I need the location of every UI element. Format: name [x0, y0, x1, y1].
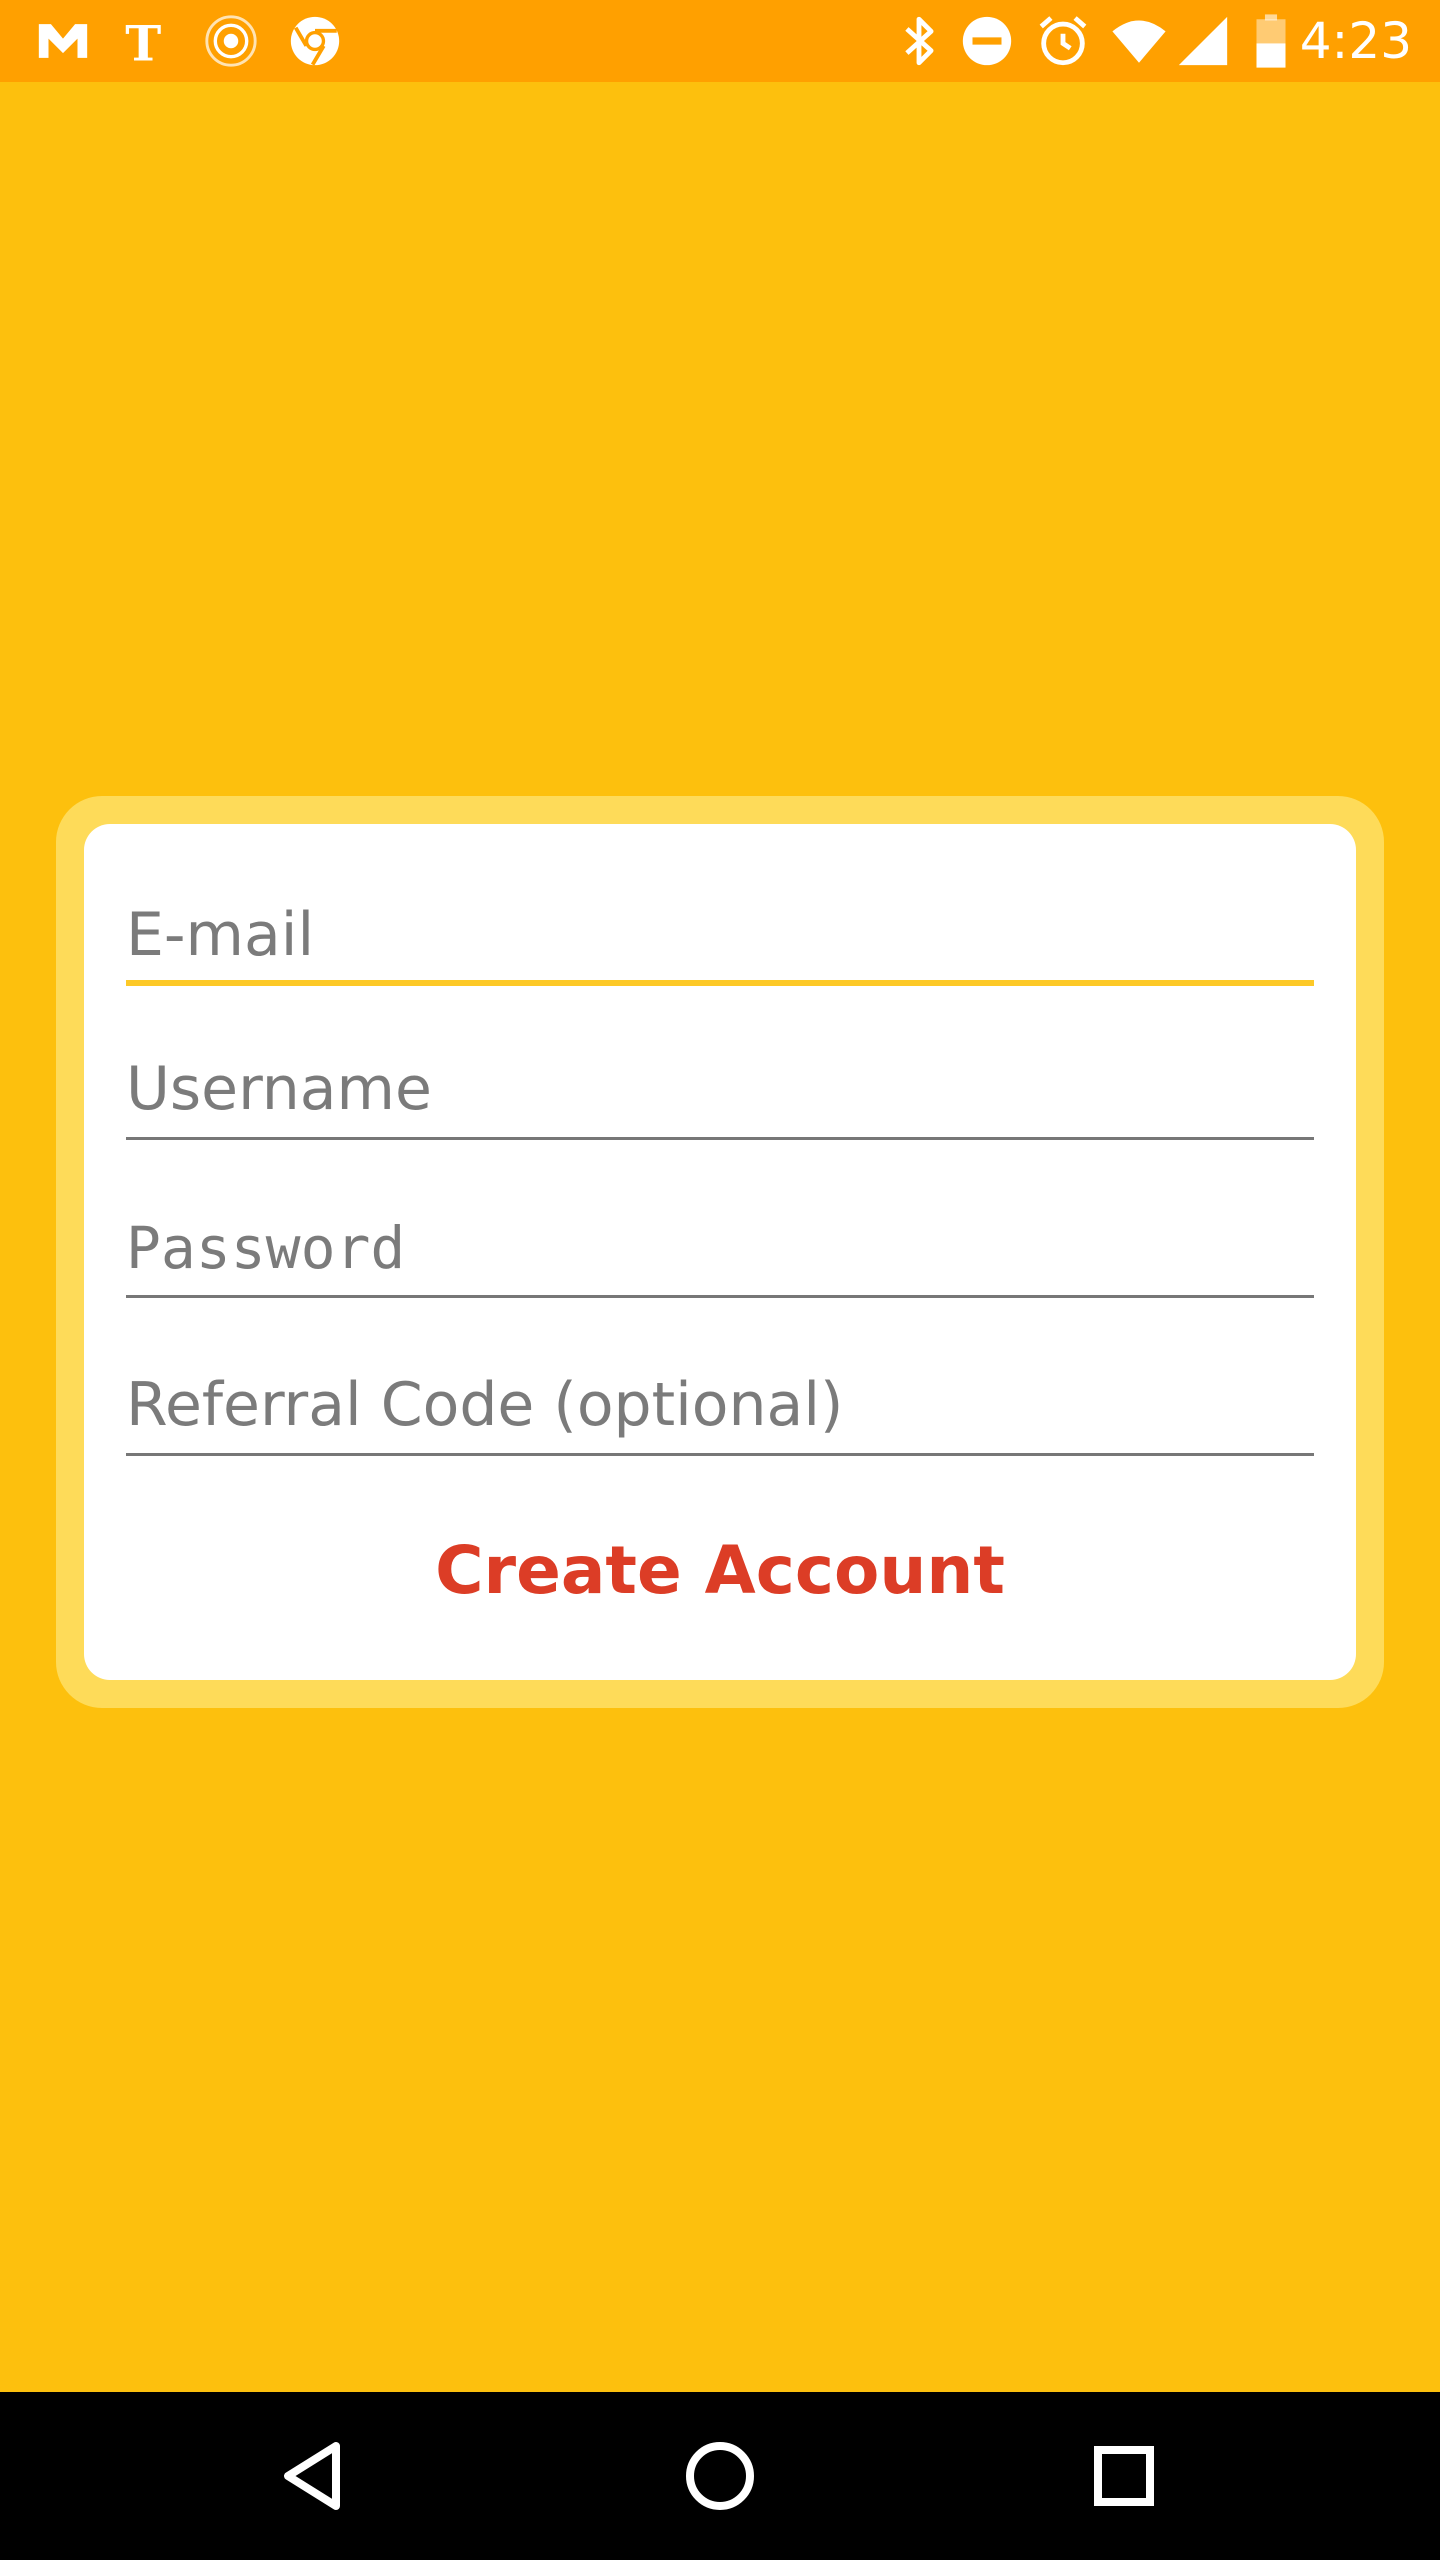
status-time: 4:23	[1299, 12, 1412, 70]
email-underline	[126, 980, 1314, 986]
battery-icon	[1242, 12, 1300, 70]
home-icon[interactable]	[680, 2436, 760, 2516]
email-field[interactable]: E-mail	[126, 886, 1314, 986]
radar-icon	[202, 12, 260, 70]
username-placeholder: Username	[126, 1054, 432, 1124]
status-bar: T 4:23	[0, 0, 1440, 82]
recents-icon[interactable]	[1084, 2436, 1164, 2516]
password-placeholder: Password	[126, 1214, 406, 1282]
password-underline	[126, 1295, 1314, 1298]
username-underline	[126, 1137, 1314, 1140]
signal-icon	[1174, 12, 1232, 70]
create-account-button[interactable]: Create Account	[84, 1500, 1356, 1640]
do-not-disturb-icon	[958, 12, 1016, 70]
bluetooth-icon	[890, 12, 948, 70]
back-icon[interactable]	[276, 2436, 356, 2516]
referral-code-field[interactable]: Referral Code (optional)	[126, 1356, 1314, 1456]
signup-screen: T 4:23 E-mail Username Password Referral…	[0, 0, 1440, 2560]
svg-text:T: T	[125, 16, 161, 70]
username-field[interactable]: Username	[126, 1040, 1314, 1140]
navigation-bar	[0, 2392, 1440, 2560]
wifi-icon	[1110, 12, 1168, 70]
password-field[interactable]: Password	[126, 1198, 1314, 1298]
email-placeholder: E-mail	[126, 900, 315, 970]
gmail-icon	[34, 12, 92, 70]
referral-placeholder: Referral Code (optional)	[126, 1370, 844, 1440]
referral-underline	[126, 1453, 1314, 1456]
alarm-icon	[1034, 12, 1092, 70]
nytimes-icon: T	[118, 12, 176, 70]
chrome-icon	[286, 12, 344, 70]
